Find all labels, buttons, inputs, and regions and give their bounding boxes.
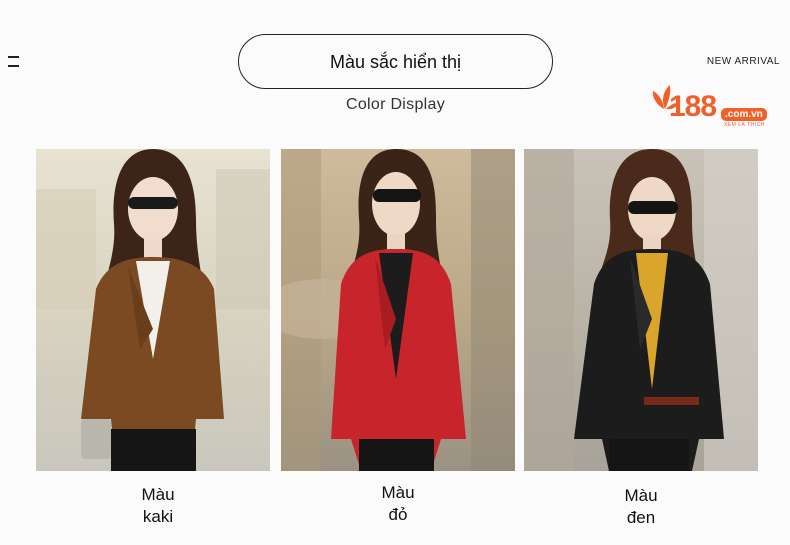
page-title: Màu sắc hiển thị xyxy=(329,51,462,72)
caption-red-line2: đỏ xyxy=(388,505,408,524)
caption-black-line1: Màu xyxy=(624,486,658,505)
caption-black-line2: đen xyxy=(626,508,656,527)
caption-red: Màu đỏ xyxy=(281,482,515,526)
product-image-red[interactable] xyxy=(281,149,515,471)
new-arrival-label: NEW ARRIVAL xyxy=(706,56,780,67)
brand-tagline: XEM LÀ THÍCH xyxy=(724,122,765,128)
caption-red-line1: Màu xyxy=(381,483,415,502)
product-image-khaki[interactable] xyxy=(36,149,270,471)
brand-number: 188 xyxy=(669,90,717,123)
menu-icon[interactable] xyxy=(8,56,19,68)
caption-khaki-line2: kaki xyxy=(142,507,174,526)
brand-logo[interactable]: 188 .com.vn XEM LÀ THÍCH xyxy=(651,83,773,131)
caption-black: Màu đen xyxy=(524,485,758,529)
product-image-black[interactable] xyxy=(524,149,758,471)
caption-khaki-line1: Màu xyxy=(141,485,175,504)
title-pill: Màu sắc hiển thị xyxy=(238,34,553,89)
caption-khaki: Màu kaki xyxy=(41,484,275,528)
brand-domain: .com.vn xyxy=(721,108,767,121)
